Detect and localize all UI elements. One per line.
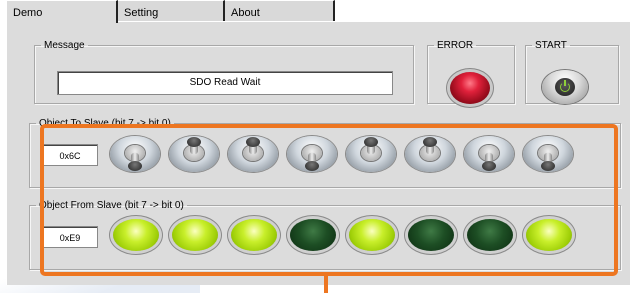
message-field: SDO Read Wait <box>57 71 393 95</box>
tab-bar: Demo Setting About <box>0 0 635 23</box>
start-button[interactable] <box>542 70 588 104</box>
error-indicator-icon <box>450 72 490 104</box>
error-group: ERROR <box>427 40 515 104</box>
power-icon <box>555 78 575 96</box>
error-legend: ERROR <box>437 40 474 51</box>
message-group: Message SDO Read Wait <box>34 40 414 104</box>
start-group: START <box>525 40 619 104</box>
highlight-pointer <box>324 276 328 293</box>
start-legend: START <box>535 40 567 51</box>
tab-demo[interactable]: Demo <box>6 0 118 23</box>
tab-about[interactable]: About <box>225 0 335 21</box>
highlight-frame <box>40 124 618 276</box>
tab-setting[interactable]: Setting <box>118 0 225 21</box>
message-legend: Message <box>44 40 85 51</box>
